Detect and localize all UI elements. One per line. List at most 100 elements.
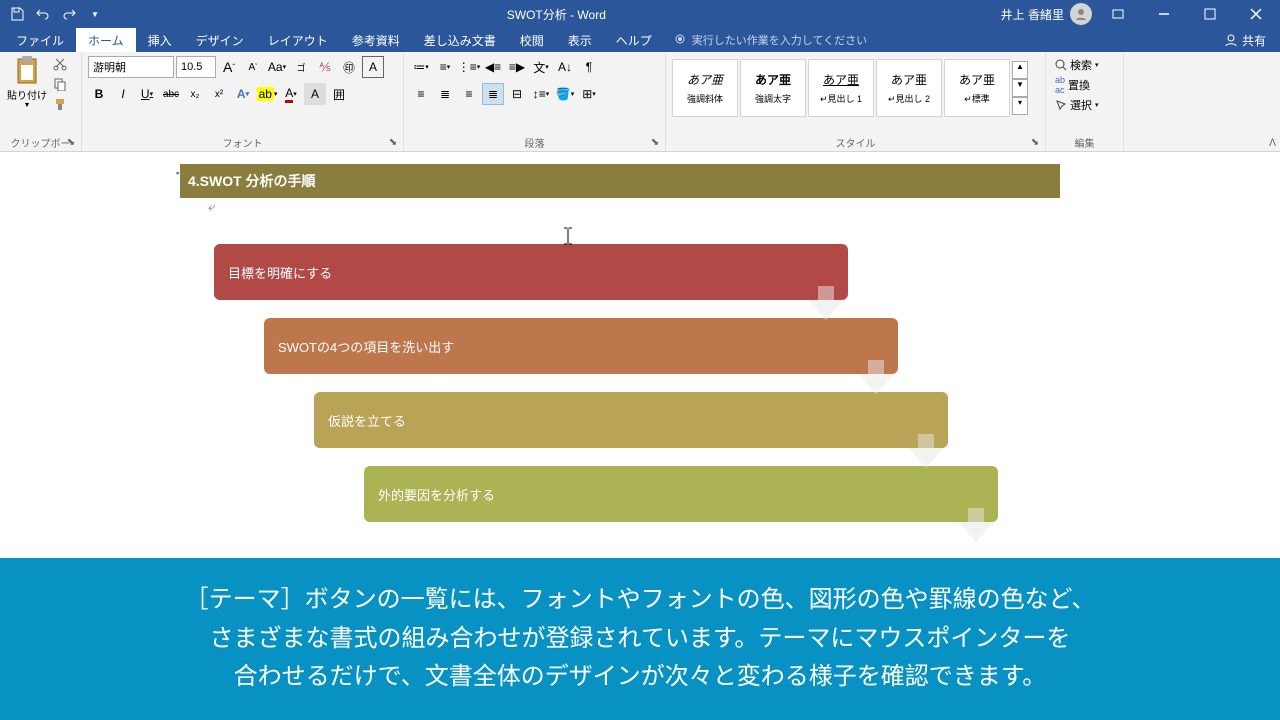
editing-group-label: 編集 <box>1052 135 1117 149</box>
paragraph-group-label: 段落⬊ <box>410 135 659 149</box>
ribbon-display-icon[interactable] <box>1098 0 1138 28</box>
strikethrough-button[interactable]: abc <box>160 83 182 105</box>
highlight-icon[interactable]: ab▾ <box>256 83 278 105</box>
group-editing: 検索▾ abac置換 選択▾ 編集 <box>1046 52 1124 151</box>
increase-indent-icon[interactable]: ≡▶ <box>506 56 528 78</box>
document-canvas[interactable]: ▪ 4.SWOT 分析の手順 ⤶ 目標を明確にする SWOTの4つの項目を洗い出… <box>0 152 1280 558</box>
tab-help[interactable]: ヘルプ <box>604 28 664 53</box>
close-icon[interactable] <box>1236 0 1276 28</box>
paste-label: 貼り付け <box>7 87 47 102</box>
format-painter-icon[interactable] <box>50 95 70 113</box>
styles-scroll-up-icon[interactable]: ▲ <box>1012 61 1028 79</box>
tab-review[interactable]: 校閲 <box>508 28 556 53</box>
style-heading1[interactable]: あア亜↵見出し 1 <box>808 59 874 117</box>
quick-access-toolbar: ▼ <box>0 3 112 25</box>
enclose-char-icon[interactable]: ㊞ <box>338 56 360 78</box>
paste-button[interactable]: 貼り付け ▼ <box>6 55 48 121</box>
char-border-icon[interactable]: A <box>362 56 384 78</box>
change-case-icon[interactable]: Aa▾ <box>266 56 288 78</box>
justify-icon[interactable]: ≣ <box>482 83 504 105</box>
sort-icon[interactable]: A↓ <box>554 56 576 78</box>
font-name-input[interactable] <box>88 56 174 78</box>
multilevel-list-icon[interactable]: ⋮≡▾ <box>458 56 480 78</box>
smartart-step1[interactable]: 目標を明確にする <box>214 244 848 300</box>
tab-insert[interactable]: 挿入 <box>136 28 184 53</box>
text-effects-icon[interactable]: A▾ <box>232 83 254 105</box>
arrow-down-icon <box>956 508 996 542</box>
bullets-icon[interactable]: ≔▾ <box>410 56 432 78</box>
tab-home[interactable]: ホーム <box>76 28 136 53</box>
style-normal[interactable]: あア亜↵標準 <box>944 59 1010 117</box>
instruction-caption: ［テーマ］ボタンの一覧には、フォントやフォントの色、図形の色や罫線の色など、 さ… <box>0 558 1280 720</box>
styles-scroll-down-icon[interactable]: ▼ <box>1012 79 1028 97</box>
group-font: Aˆ Aˇ Aa▾ ゴ ⅍ ㊞ A B I U▾ abc x₂ x² A▾ ab… <box>82 52 404 151</box>
smartart-step4[interactable]: 外的要因を分析する <box>364 466 998 522</box>
text-direction-icon[interactable]: 文▾ <box>530 56 552 78</box>
cut-icon[interactable] <box>50 55 70 73</box>
ribbon-tabs: ファイル ホーム 挿入 デザイン レイアウト 参考資料 差し込み文書 校閲 表示… <box>0 28 1280 52</box>
minimize-icon[interactable] <box>1144 0 1184 28</box>
font-dialog-icon[interactable]: ⬊ <box>387 137 399 149</box>
tab-mailings[interactable]: 差し込み文書 <box>412 28 508 53</box>
undo-icon[interactable] <box>32 3 54 25</box>
paragraph-dialog-icon[interactable]: ⬊ <box>649 137 661 149</box>
heading-text[interactable]: 4.SWOT 分析の手順 <box>180 164 1060 198</box>
group-clipboard: 貼り付け ▼ クリップボード⬊ <box>0 52 82 151</box>
bold-button[interactable]: B <box>88 83 110 105</box>
user-name: 井上 香緒里 <box>1001 6 1064 23</box>
italic-button[interactable]: I <box>112 83 134 105</box>
font-group-label: フォント⬊ <box>88 135 397 149</box>
char-shading-icon[interactable]: A <box>304 83 326 105</box>
style-heading2[interactable]: あア亜↵見出し 2 <box>876 59 942 117</box>
styles-dialog-icon[interactable]: ⬊ <box>1029 137 1041 149</box>
find-button[interactable]: 検索▾ <box>1052 55 1117 75</box>
phonetic-guide-icon[interactable]: ゴ <box>290 56 312 78</box>
font-size-input[interactable] <box>176 56 216 78</box>
smartart-step2[interactable]: SWOTの4つの項目を洗い出す <box>264 318 898 374</box>
paragraph-mark: ⤶ <box>208 198 1280 215</box>
avatar[interactable] <box>1070 3 1092 25</box>
style-emphasis-italic[interactable]: あア亜強調斜体 <box>672 59 738 117</box>
document-title: SWOT分析 - Word <box>112 6 1001 23</box>
select-button[interactable]: 選択▾ <box>1052 95 1117 115</box>
align-left-icon[interactable]: ≡ <box>410 83 432 105</box>
replace-button[interactable]: abac置換 <box>1052 75 1117 95</box>
shrink-font-icon[interactable]: Aˇ <box>242 56 264 78</box>
shading-icon[interactable]: 🪣▾ <box>554 83 576 105</box>
maximize-icon[interactable] <box>1190 0 1230 28</box>
tab-references[interactable]: 参考資料 <box>340 28 412 53</box>
show-marks-icon[interactable]: ¶ <box>578 56 600 78</box>
qat-dropdown-icon[interactable]: ▼ <box>84 3 106 25</box>
numbering-icon[interactable]: ≡▾ <box>434 56 456 78</box>
line-spacing-icon[interactable]: ↕≡▾ <box>530 83 552 105</box>
share-button[interactable]: 共有 <box>1214 32 1276 49</box>
tell-me-search[interactable]: 実行したい作業を入力してください <box>674 32 867 48</box>
clipboard-dialog-icon[interactable]: ⬊ <box>65 137 77 149</box>
superscript-button[interactable]: x² <box>208 83 230 105</box>
underline-button[interactable]: U▾ <box>136 83 158 105</box>
redo-icon[interactable] <box>58 3 80 25</box>
distribute-icon[interactable]: ⊟ <box>506 83 528 105</box>
borders-icon[interactable]: ⊞▾ <box>578 83 600 105</box>
grow-font-icon[interactable]: Aˆ <box>218 56 240 78</box>
save-icon[interactable] <box>6 3 28 25</box>
combine-char-icon[interactable]: 囲 <box>328 83 350 105</box>
copy-icon[interactable] <box>50 75 70 93</box>
styles-expand-icon[interactable]: ▾ <box>1012 97 1028 115</box>
text-cursor-icon <box>564 227 572 245</box>
tab-design[interactable]: デザイン <box>184 28 256 53</box>
tab-view[interactable]: 表示 <box>556 28 604 53</box>
align-center-icon[interactable]: ≣ <box>434 83 456 105</box>
font-color-icon[interactable]: A▾ <box>280 83 302 105</box>
tab-layout[interactable]: レイアウト <box>256 28 340 53</box>
decrease-indent-icon[interactable]: ◀≡ <box>482 56 504 78</box>
align-right-icon[interactable]: ≡ <box>458 83 480 105</box>
subscript-button[interactable]: x₂ <box>184 83 206 105</box>
collapse-ribbon-icon[interactable]: ᐱ <box>1269 138 1276 149</box>
clear-formatting-icon[interactable]: ⅍ <box>314 56 336 78</box>
ribbon: 貼り付け ▼ クリップボード⬊ Aˆ Aˇ Aa▾ ゴ ⅍ ㊞ A B I <box>0 52 1280 152</box>
clipboard-icon <box>13 55 41 87</box>
style-emphasis-bold[interactable]: あア亜強調太字 <box>740 59 806 117</box>
tab-file[interactable]: ファイル <box>4 28 76 53</box>
smartart-step3[interactable]: 仮説を立てる <box>314 392 948 448</box>
